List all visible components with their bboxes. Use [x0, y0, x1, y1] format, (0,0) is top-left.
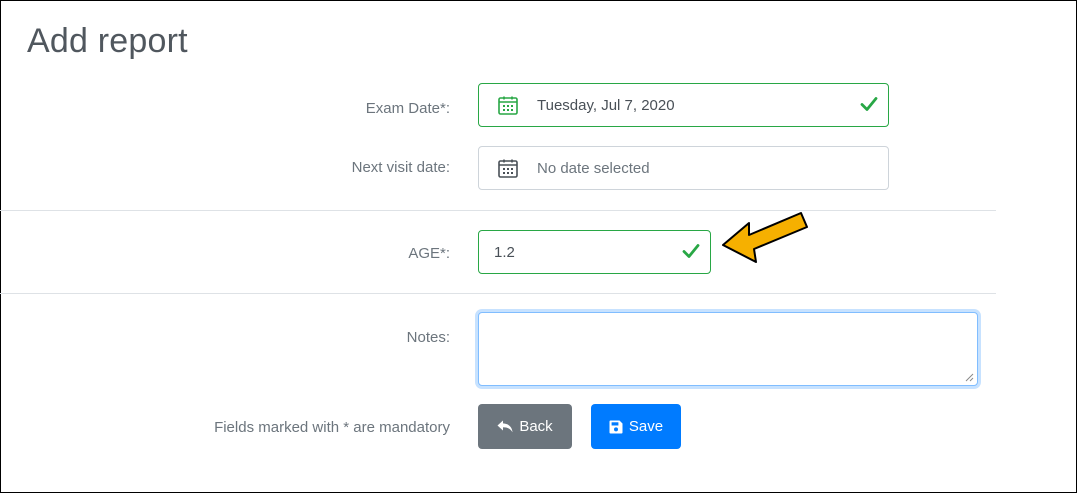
- pointer-arrow-icon: [722, 212, 808, 263]
- exam-date-picker[interactable]: Tuesday, Jul 7, 2020: [478, 83, 889, 127]
- section-divider: [0, 210, 996, 211]
- age-value: 1.2: [494, 243, 515, 261]
- next-visit-date-label: Next visit date:: [351, 159, 450, 176]
- back-button[interactable]: Back: [478, 404, 572, 449]
- notes-label: Notes:: [406, 329, 450, 346]
- age-label: AGE*:: [408, 245, 450, 262]
- check-icon: [860, 97, 878, 111]
- exam-date-value: Tuesday, Jul 7, 2020: [537, 96, 675, 114]
- calendar-icon: [498, 96, 518, 115]
- next-visit-date-picker[interactable]: No date selected: [478, 146, 889, 190]
- back-button-label: Back: [519, 418, 553, 435]
- reply-arrow-icon: [497, 420, 513, 433]
- mandatory-fields-note: Fields marked with * are mandatory: [214, 419, 450, 436]
- check-icon: [682, 244, 700, 258]
- resize-grip-icon[interactable]: [965, 373, 974, 382]
- age-input[interactable]: 1.2: [478, 230, 711, 274]
- calendar-icon: [498, 159, 518, 178]
- save-button[interactable]: Save: [591, 404, 681, 449]
- next-visit-date-placeholder: No date selected: [537, 159, 650, 177]
- floppy-disk-icon: [609, 420, 623, 433]
- page-title: Add report: [27, 22, 188, 60]
- save-button-label: Save: [628, 418, 664, 435]
- section-divider: [0, 293, 996, 294]
- exam-date-label: Exam Date*:: [365, 100, 450, 117]
- notes-textarea[interactable]: [478, 312, 978, 386]
